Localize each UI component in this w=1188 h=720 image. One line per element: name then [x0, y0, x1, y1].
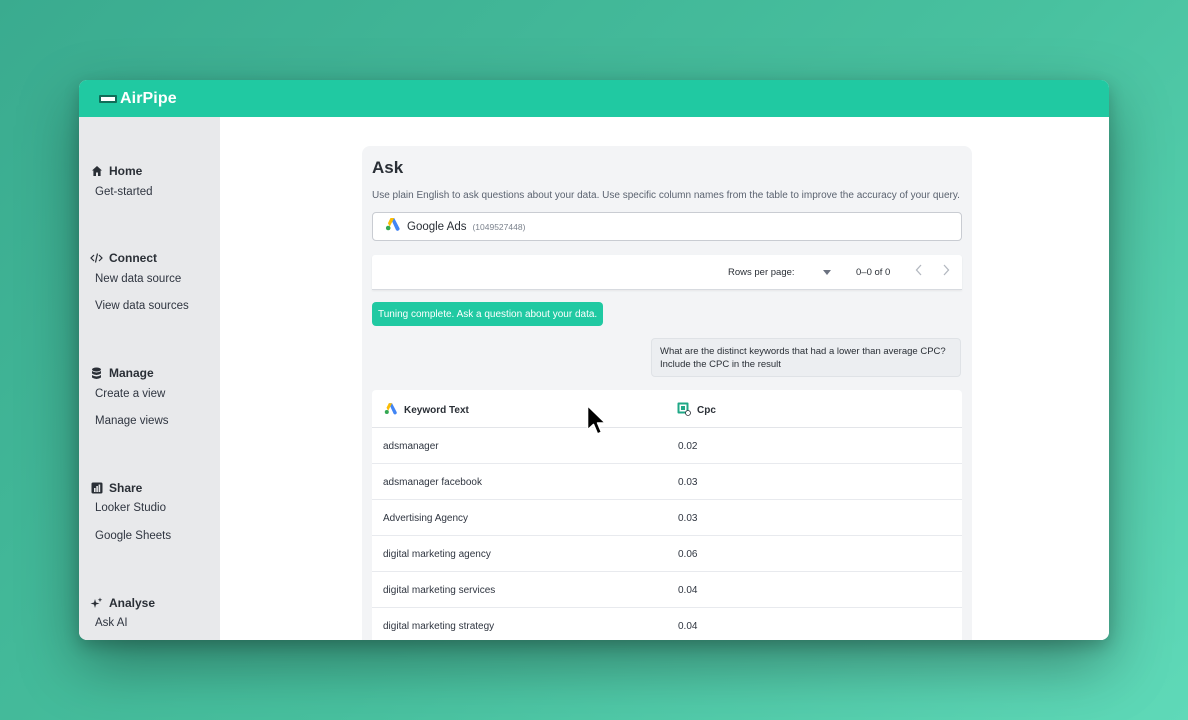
cpc-cell: 0.02: [678, 441, 698, 452]
sidebar-item-ask-ai[interactable]: Ask AI: [95, 617, 128, 629]
sidebar-item-looker-studio[interactable]: Looker Studio: [95, 502, 166, 514]
user-question-bubble: What are the distinct keywords that had …: [651, 338, 961, 377]
nav-section-title[interactable]: Share: [109, 481, 142, 495]
keyword-cell: digital marketing strategy: [383, 621, 495, 632]
sidebar-item-manage-views[interactable]: Manage views: [95, 415, 169, 427]
chevron-left-icon: [915, 264, 922, 276]
bar-chart-icon: [90, 482, 103, 495]
nav-section-connect: Connect: [90, 250, 157, 266]
database-icon: [90, 367, 103, 380]
ask-panel: Ask Use plain English to ask questions a…: [362, 146, 972, 640]
app-window: AirPipe Home Get-started Connect New dat…: [79, 80, 1109, 640]
keyword-cell: adsmanager: [383, 441, 439, 452]
ask-description: Use plain English to ask questions about…: [372, 190, 960, 201]
table-row[interactable]: digital marketing strategy 0.04: [372, 608, 962, 640]
nav-section-title[interactable]: Home: [109, 164, 142, 178]
nav-section-title[interactable]: Connect: [109, 251, 157, 265]
table-row[interactable]: Advertising Agency 0.03: [372, 500, 962, 536]
column-header-cpc[interactable]: Cpc: [677, 402, 716, 419]
keyword-cell: adsmanager facebook: [383, 477, 482, 488]
sidebar-item-get-started[interactable]: Get-started: [95, 186, 153, 198]
nav-section-title[interactable]: Analyse: [109, 596, 155, 610]
nav-section-title[interactable]: Manage: [109, 366, 154, 380]
status-message: Tuning complete. Ask a question about yo…: [372, 302, 604, 326]
sidebar-item-view-data-sources[interactable]: View data sources: [95, 300, 189, 312]
nav-section-manage: Manage: [90, 365, 154, 381]
sparkle-icon: [90, 597, 103, 610]
keyword-cell: Advertising Agency: [383, 513, 469, 524]
sidebar-item-new-data-source[interactable]: New data source: [95, 273, 181, 285]
calculated-field-icon: [677, 402, 691, 419]
nav-section-home: Home: [90, 163, 142, 179]
nav-section-analyse: Analyse: [90, 595, 155, 611]
airpipe-logo-icon: [99, 94, 117, 103]
sidebar-item-create-view[interactable]: Create a view: [95, 388, 165, 400]
cpc-cell: 0.03: [678, 513, 698, 524]
data-source-account-id: (1049527448): [472, 221, 526, 232]
main-content: Ask Use plain English to ask questions a…: [220, 117, 1109, 640]
home-icon: [90, 165, 103, 178]
table-header: Keyword Text Cpc: [372, 390, 962, 428]
chevron-right-icon: [943, 264, 950, 276]
column-header-keyword-text[interactable]: Keyword Text: [384, 402, 469, 418]
results-table: Keyword Text Cpc adsmanager 0.02 adsmana…: [372, 390, 962, 640]
data-source-select[interactable]: Google Ads (1049527448): [372, 212, 962, 241]
google-ads-icon: [384, 402, 398, 418]
table-row[interactable]: digital marketing agency 0.06: [372, 536, 962, 572]
sidebar-item-google-sheets[interactable]: Google Sheets: [95, 530, 171, 542]
rows-per-page-dropdown[interactable]: [823, 270, 831, 275]
data-source-name: Google Ads: [407, 220, 467, 233]
table-row[interactable]: adsmanager facebook 0.03: [372, 464, 962, 500]
previous-page-button[interactable]: [915, 264, 923, 279]
table-row[interactable]: digital marketing services 0.04: [372, 572, 962, 608]
app-title[interactable]: AirPipe: [120, 90, 177, 108]
nav-section-share: Share: [90, 480, 142, 496]
column-header-label: Cpc: [697, 405, 716, 416]
cpc-cell: 0.06: [678, 549, 698, 560]
mouse-cursor-icon: [586, 404, 607, 435]
page-range: 0–0 of 0: [856, 267, 891, 278]
page-title: Ask: [372, 158, 404, 177]
next-page-button[interactable]: [942, 264, 950, 279]
rows-per-page-label: Rows per page:: [728, 267, 795, 278]
cpc-cell: 0.03: [678, 477, 698, 488]
cpc-cell: 0.04: [678, 621, 698, 632]
keyword-cell: digital marketing services: [383, 585, 496, 596]
keyword-cell: digital marketing agency: [383, 549, 491, 560]
code-icon: [90, 252, 103, 265]
table-pagination: Rows per page: 0–0 of 0: [372, 255, 962, 290]
sidebar: Home Get-started Connect New data source…: [79, 117, 220, 640]
cpc-cell: 0.04: [678, 585, 698, 596]
top-bar: AirPipe: [79, 80, 1109, 117]
column-header-label: Keyword Text: [404, 404, 469, 416]
table-row[interactable]: adsmanager 0.02: [372, 428, 962, 464]
google-ads-icon: [385, 217, 401, 236]
